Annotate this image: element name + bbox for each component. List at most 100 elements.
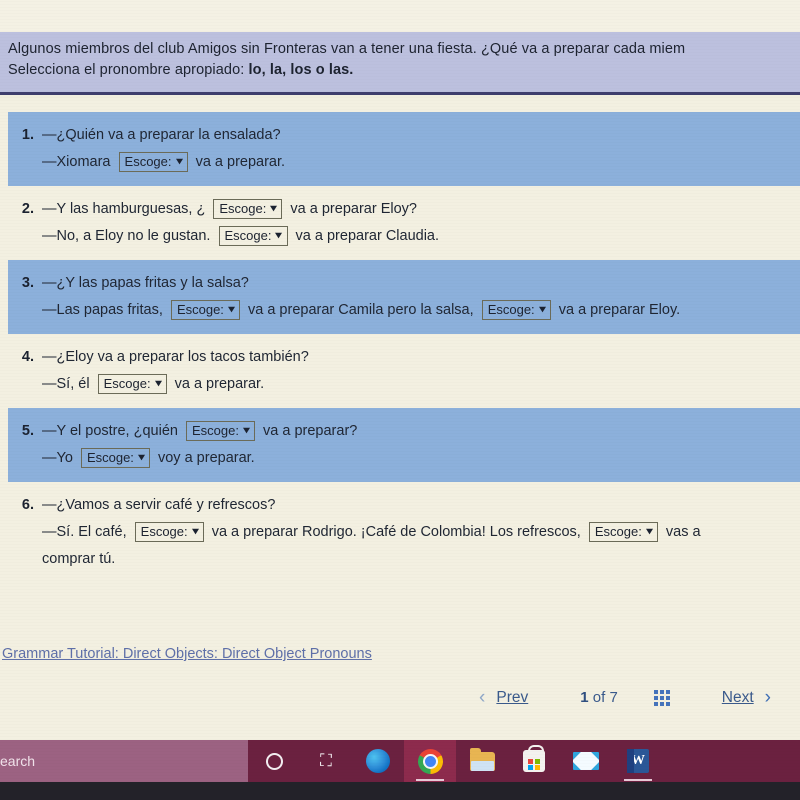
next-chevron-icon[interactable]: › [758, 688, 778, 707]
taskbar-edge-button[interactable] [352, 740, 404, 782]
chevron-down-icon: ▾ [154, 378, 162, 389]
question-number: 6. [21, 497, 34, 513]
pronoun-select[interactable]: Escoge: ▾ [588, 522, 658, 542]
pronoun-select-label: Escoge: [487, 302, 535, 317]
task-view-icon: ⛶ [320, 750, 332, 771]
question-text: —Y el postre, ¿quién [42, 423, 178, 439]
taskbar-task-view-button[interactable]: ⛶ [300, 740, 352, 782]
pronoun-select[interactable]: Escoge: ▾ [118, 152, 188, 172]
question-number: 2. [21, 201, 34, 217]
taskbar-mail-button[interactable] [560, 740, 612, 782]
question-text: —¿Vamos a servir café y refrescos? [42, 497, 276, 513]
pronoun-select-label: Escoge: [103, 376, 151, 391]
taskbar-microsoft-store-button[interactable] [508, 740, 560, 782]
prev-chevron-icon[interactable]: ‹ [472, 688, 492, 707]
taskbar-cortana-button[interactable] [248, 740, 300, 782]
chevron-down-icon: ▾ [646, 526, 653, 537]
microsoft-store-icon [523, 745, 545, 772]
pronoun-select[interactable]: Escoge: ▾ [170, 300, 240, 320]
pronoun-select-label: Escoge: [191, 423, 239, 438]
taskbar-file-explorer-button[interactable] [456, 740, 508, 782]
question-text: —No, a Eloy no le gustan. [42, 228, 211, 244]
page-top-margin [0, 0, 800, 32]
pronoun-select-label: Escoge: [219, 201, 267, 216]
instructions-text-1: Algunos miembros del club Amigos sin Fro… [8, 41, 686, 57]
taskbar-word-button[interactable]: W [612, 740, 664, 782]
question-text: va a preparar. [195, 154, 286, 170]
grammar-tutorial-link[interactable]: Grammar Tutorial: Direct Objects: Direct… [2, 646, 372, 662]
taskbar-chrome-button[interactable] [404, 740, 456, 782]
pronoun-select[interactable]: Escoge: ▾ [213, 199, 283, 219]
chevron-down-icon: ▾ [138, 452, 145, 463]
question-text: —¿Y las papas fritas y la salsa? [42, 275, 249, 291]
mail-icon [573, 752, 599, 770]
taskbar-icon-strip: ⛶ W [248, 740, 800, 782]
instructions-line-2: Selecciona el pronombre apropiado: lo, l… [8, 60, 800, 81]
edge-icon [366, 749, 390, 773]
cortana-icon [265, 752, 283, 770]
chevron-down-icon: ▾ [192, 526, 199, 537]
chevron-down-icon: ▾ [243, 425, 250, 436]
question-line: 3. —¿Y las papas fritas y la salsa? [8, 270, 800, 296]
question-line: —Sí, él Escoge: ▾ va a preparar. [8, 371, 800, 397]
desktop-strip [0, 782, 800, 800]
pronoun-select-label: Escoge: [176, 302, 224, 317]
question-number: 3. [21, 275, 34, 291]
question-line: 2. —Y las hamburguesas, ¿ Escoge: ▾ va a p… [8, 196, 800, 222]
question-row: 5. —Y el postre, ¿quién Escoge: ▾ va a pre… [8, 408, 800, 482]
pronoun-select-label: Escoge: [140, 524, 188, 539]
file-explorer-icon [469, 747, 495, 771]
question-row: 6. —¿Vamos a servir café y refrescos? —Sí… [8, 482, 800, 583]
pronoun-select-label: Escoge: [86, 450, 134, 465]
question-text: va a preparar Rodrigo. ¡Café de Colombia… [211, 524, 581, 540]
instructions-header: Algunos miembros del club Amigos sin Fro… [0, 32, 800, 95]
pronoun-select-label: Escoge: [594, 524, 642, 539]
question-row: 2. —Y las hamburguesas, ¿ Escoge: ▾ va a p… [8, 186, 800, 260]
chevron-down-icon: ▾ [228, 304, 235, 315]
grid-icon[interactable] [653, 689, 670, 706]
question-line: 4. —¿Eloy va a preparar los tacos también… [8, 344, 800, 370]
question-text: —Sí, él [42, 376, 90, 392]
pronoun-select[interactable]: Escoge: ▾ [80, 448, 150, 468]
question-text: va a preparar Claudia. [295, 228, 440, 244]
taskbar-search-box[interactable]: earch [0, 740, 248, 782]
instructions-text-2: Selecciona el pronombre apropiado: [8, 62, 249, 78]
activity-body: 1. —¿Quién va a preparar la ensalada? —Xi… [0, 98, 800, 740]
question-text: —Sí. El café, [42, 524, 127, 540]
windows-taskbar: earch ⛶ W [0, 740, 800, 782]
prev-button[interactable]: Prev [492, 689, 532, 707]
question-row: 1. —¿Quién va a preparar la ensalada? —Xi… [8, 112, 800, 186]
next-button[interactable]: Next [718, 689, 758, 707]
page-counter: 1 of 7 [580, 689, 618, 706]
screen-photo: Algunos miembros del club Amigos sin Fro… [0, 0, 800, 800]
question-text: comprar tú. [42, 551, 116, 567]
pronoun-select[interactable]: Escoge: ▾ [134, 522, 204, 542]
question-text: —Yo [42, 450, 73, 466]
question-line: 1. —¿Quién va a preparar la ensalada? [8, 122, 800, 148]
question-line: —Xiomara Escoge: ▾ va a preparar. [8, 149, 800, 175]
page-of-word: of [592, 689, 606, 706]
pronoun-select[interactable]: Escoge: ▾ [97, 374, 167, 394]
question-line: —No, a Eloy no le gustan. Escoge: ▾ va a … [8, 223, 800, 249]
question-text: va a preparar Eloy? [290, 201, 417, 217]
question-line: —Yo Escoge: ▾ voy a preparar. [8, 445, 800, 471]
chevron-down-icon: ▾ [270, 203, 278, 214]
pronoun-select-label: Escoge: [124, 154, 172, 169]
question-line: 6. —¿Vamos a servir café y refrescos? [8, 492, 800, 518]
chevron-down-icon: ▾ [539, 304, 546, 315]
chrome-icon [417, 748, 443, 774]
word-icon: W [627, 749, 649, 773]
pronoun-select[interactable]: Escoge: ▾ [481, 300, 551, 320]
taskbar-search-text: earch [0, 753, 36, 769]
chevron-down-icon: ▾ [275, 230, 283, 241]
pronoun-select-label: Escoge: [224, 228, 272, 243]
question-text: —Las papas fritas, [42, 302, 163, 318]
question-line: comprar tú. [8, 546, 800, 572]
question-line: —Las papas fritas, Escoge: ▾ va a prepara… [8, 297, 800, 323]
question-number: 4. [21, 349, 34, 365]
pronoun-select[interactable]: Escoge: ▾ [218, 226, 288, 246]
instructions-line-1: Algunos miembros del club Amigos sin Fro… [8, 39, 800, 60]
pronoun-select[interactable]: Escoge: ▾ [185, 421, 255, 441]
chevron-down-icon: ▾ [175, 156, 183, 167]
question-text: —¿Eloy va a preparar los tacos también? [42, 349, 309, 365]
